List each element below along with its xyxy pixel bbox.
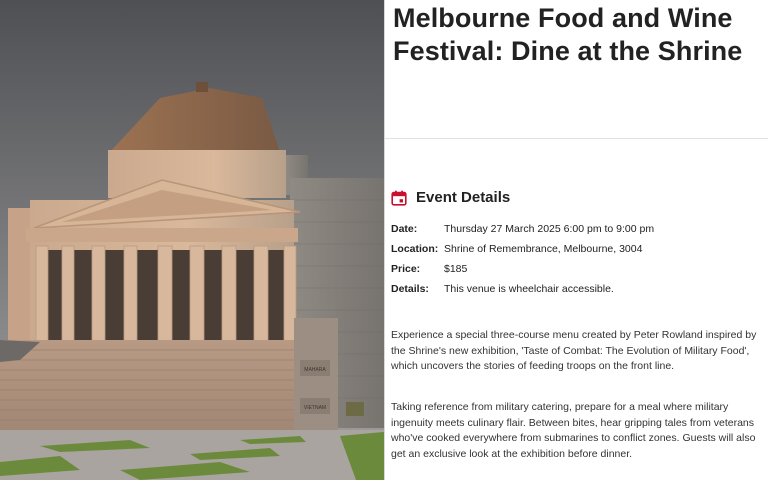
event-details-list: Date: Thursday 27 March 2025 6:00 pm to … [391,219,763,299]
date-value: Thursday 27 March 2025 6:00 pm to 9:00 p… [444,223,655,235]
plaque-inscription-2: VIETNAM [304,405,326,411]
section-divider [385,138,768,139]
page: MAHARA VIETNAM Melbourne Food and Wine F… [0,0,768,480]
article-panel: Melbourne Food and Wine Festival: Dine a… [385,0,768,480]
details-label: Details: [391,283,429,295]
date-label: Date: [391,223,418,235]
detail-row-date: Date: Thursday 27 March 2025 6:00 pm to … [391,219,763,239]
plaque-inscription-1: MAHARA [304,367,326,373]
calendar-icon [391,190,407,206]
detail-row-price: Price: $185 [391,259,763,279]
event-details-title: Event Details [416,189,511,206]
detail-row-details: Details: This venue is wheelchair access… [391,279,763,299]
description-paragraph-2: Taking reference from military catering,… [391,401,756,460]
description-paragraph-1: Experience a special three-course menu c… [391,329,757,373]
event-details-heading: Event Details [391,189,510,206]
hero-image: MAHARA VIETNAM [0,0,384,480]
location-value: Shrine of Remembrance, Melbourne, 3004 [444,243,643,255]
location-label: Location: [391,243,439,255]
detail-row-location: Location: Shrine of Remembrance, Melbour… [391,239,763,259]
details-value: This venue is wheelchair accessible. [444,283,614,295]
price-value: $185 [444,263,468,275]
title-line-2: Festival: Dine at the Shrine [393,36,743,66]
title-line-1: Melbourne Food and Wine [393,3,733,33]
page-title: Melbourne Food and Wine Festival: Dine a… [393,2,763,68]
price-label: Price: [391,263,421,275]
shrine-of-remembrance-photo: MAHARA VIETNAM [0,0,384,480]
